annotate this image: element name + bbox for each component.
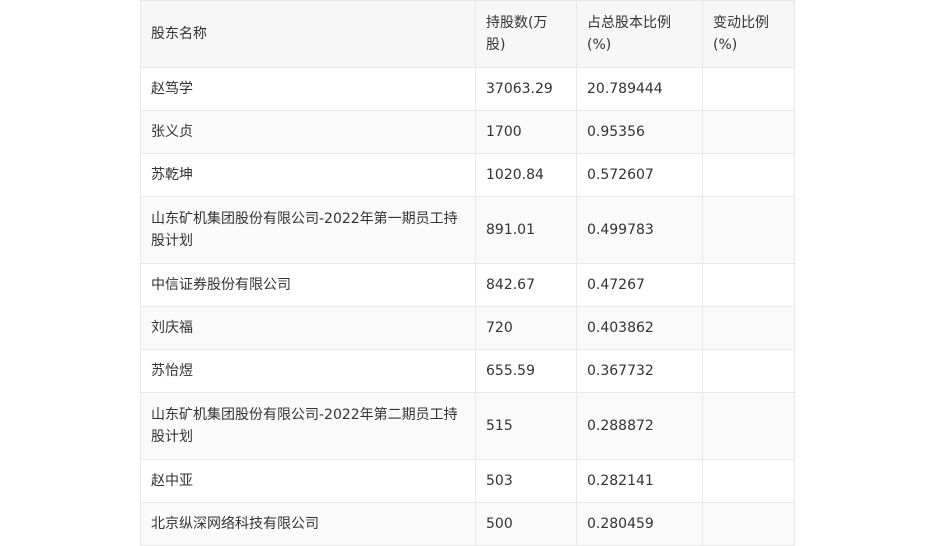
- cell-shares-held: 1020.84: [475, 153, 577, 197]
- cell-change-ratio: [702, 110, 795, 154]
- cell-shares-held: 503: [475, 459, 577, 503]
- cell-share-ratio: 0.282141: [576, 459, 703, 503]
- table-row: 山东矿机集团股份有限公司-2022年第一期员工持股计划 891.01 0.499…: [140, 196, 795, 264]
- cell-change-ratio: [702, 263, 795, 307]
- cell-shares-held: 500: [475, 502, 577, 546]
- cell-shares-held: 842.67: [475, 263, 577, 307]
- table-row: 赵中亚 503 0.282141: [140, 459, 795, 503]
- cell-change-ratio: [702, 153, 795, 197]
- cell-change-ratio: [702, 306, 795, 350]
- cell-change-ratio: [702, 502, 795, 546]
- table-row: 刘庆福 720 0.403862: [140, 306, 795, 350]
- cell-shareholder-name: 山东矿机集团股份有限公司-2022年第二期员工持股计划: [140, 392, 476, 460]
- cell-change-ratio: [702, 459, 795, 503]
- cell-share-ratio: 0.499783: [576, 196, 703, 264]
- cell-share-ratio: 0.280459: [576, 502, 703, 546]
- cell-change-ratio: [702, 196, 795, 264]
- cell-share-ratio: 20.789444: [576, 67, 703, 111]
- cell-share-ratio: 0.367732: [576, 349, 703, 393]
- table-header-row: 股东名称 持股数(万股) 占总股本比例(%) 变动比例(%): [140, 0, 795, 68]
- cell-shares-held: 37063.29: [475, 67, 577, 111]
- cell-shareholder-name: 张义贞: [140, 110, 476, 154]
- cell-change-ratio: [702, 349, 795, 393]
- table-row: 中信证券股份有限公司 842.67 0.47267: [140, 263, 795, 307]
- cell-shares-held: 655.59: [475, 349, 577, 393]
- cell-shareholder-name: 苏怡煜: [140, 349, 476, 393]
- table-row: 苏乾坤 1020.84 0.572607: [140, 153, 795, 197]
- header-shareholder-name: 股东名称: [140, 0, 476, 68]
- header-share-ratio: 占总股本比例(%): [576, 0, 703, 68]
- cell-change-ratio: [702, 67, 795, 111]
- cell-shareholder-name: 中信证券股份有限公司: [140, 263, 476, 307]
- cell-shareholder-name: 赵笃学: [140, 67, 476, 111]
- cell-shares-held: 515: [475, 392, 577, 460]
- cell-shares-held: 891.01: [475, 196, 577, 264]
- shareholder-table: 股东名称 持股数(万股) 占总股本比例(%) 变动比例(%) 赵笃学 37063…: [140, 0, 795, 546]
- shareholder-table-container: 股东名称 持股数(万股) 占总股本比例(%) 变动比例(%) 赵笃学 37063…: [140, 0, 795, 546]
- cell-shareholder-name: 赵中亚: [140, 459, 476, 503]
- cell-shareholder-name: 刘庆福: [140, 306, 476, 350]
- table-row: 苏怡煜 655.59 0.367732: [140, 349, 795, 393]
- cell-shares-held: 1700: [475, 110, 577, 154]
- cell-shareholder-name: 苏乾坤: [140, 153, 476, 197]
- table-row: 山东矿机集团股份有限公司-2022年第二期员工持股计划 515 0.288872: [140, 392, 795, 460]
- header-change-ratio: 变动比例(%): [702, 0, 795, 68]
- header-shares-held: 持股数(万股): [475, 0, 577, 68]
- table-row: 北京纵深网络科技有限公司 500 0.280459: [140, 502, 795, 546]
- cell-share-ratio: 0.288872: [576, 392, 703, 460]
- table-row: 赵笃学 37063.29 20.789444: [140, 67, 795, 111]
- cell-change-ratio: [702, 392, 795, 460]
- table-row: 张义贞 1700 0.95356: [140, 110, 795, 154]
- cell-share-ratio: 0.572607: [576, 153, 703, 197]
- cell-share-ratio: 0.47267: [576, 263, 703, 307]
- cell-share-ratio: 0.403862: [576, 306, 703, 350]
- cell-share-ratio: 0.95356: [576, 110, 703, 154]
- cell-shareholder-name: 北京纵深网络科技有限公司: [140, 502, 476, 546]
- cell-shares-held: 720: [475, 306, 577, 350]
- cell-shareholder-name: 山东矿机集团股份有限公司-2022年第一期员工持股计划: [140, 196, 476, 264]
